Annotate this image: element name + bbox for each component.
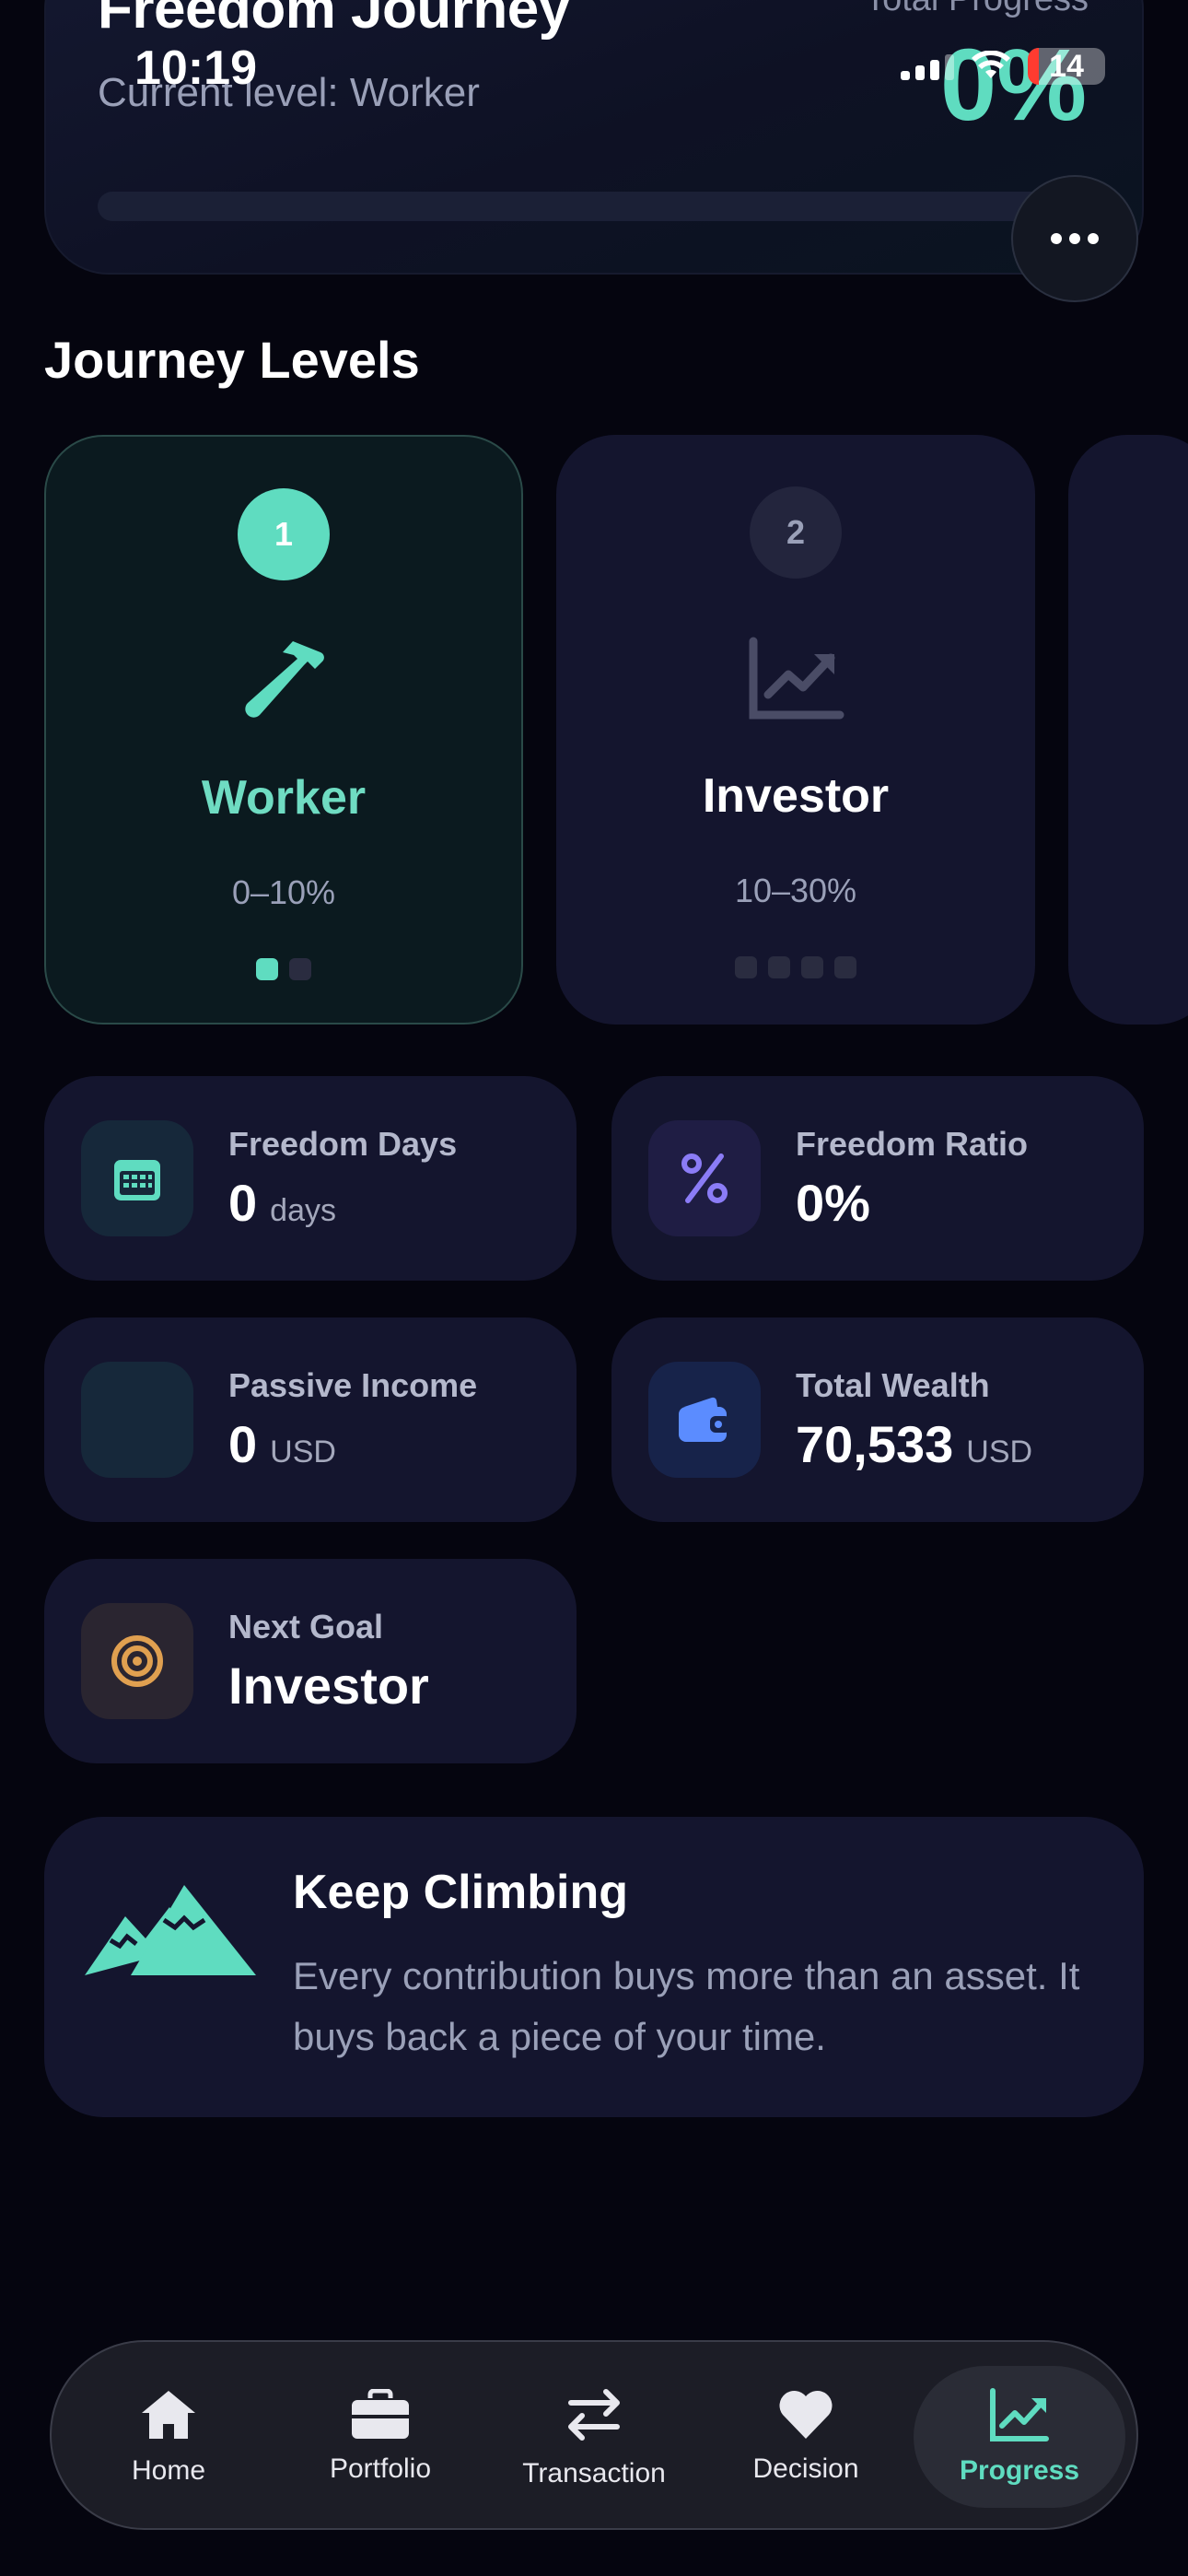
home-icon bbox=[142, 2391, 195, 2439]
tab-home[interactable]: Home bbox=[63, 2366, 274, 2508]
stat-value: 70,533 bbox=[796, 1414, 954, 1473]
stat-value: Investor bbox=[228, 1656, 429, 1715]
stat-unit: USD bbox=[966, 1434, 1033, 1469]
stat-value: 0% bbox=[796, 1173, 870, 1232]
stat-value: 0 bbox=[228, 1414, 258, 1473]
tab-label: Home bbox=[131, 2455, 206, 2486]
battery-icon: 14 bbox=[1028, 48, 1105, 85]
tab-decision[interactable]: Decision bbox=[700, 2366, 912, 2508]
level-range: 0–10% bbox=[231, 873, 336, 911]
heart-icon bbox=[779, 2390, 833, 2439]
wifi-icon bbox=[972, 51, 1010, 78]
motivation-title: Keep Climbing bbox=[293, 1866, 629, 1919]
target-icon bbox=[81, 1603, 193, 1719]
wallet-icon bbox=[648, 1362, 761, 1478]
level-name: Investor bbox=[702, 769, 890, 823]
calendar-icon bbox=[81, 1120, 193, 1236]
tab-transaction[interactable]: Transaction bbox=[488, 2366, 700, 2508]
tab-label: Decision bbox=[752, 2453, 859, 2484]
more-dots-icon bbox=[1051, 233, 1062, 244]
stat-label: Passive Income bbox=[228, 1365, 478, 1404]
stat-card-total-wealth: Total Wealth 70,533 USD bbox=[611, 1317, 1144, 1522]
stat-card-freedom-days: Freedom Days 0 days bbox=[44, 1076, 577, 1281]
chart-line-icon bbox=[749, 637, 844, 720]
tab-label: Portfolio bbox=[329, 2453, 432, 2484]
status-icons: 14 bbox=[901, 48, 1105, 85]
mountains-icon bbox=[85, 1885, 256, 1975]
status-time: 10:19 bbox=[134, 41, 257, 95]
stat-label: Next Goal bbox=[228, 1607, 384, 1645]
stat-label: Freedom Ratio bbox=[796, 1124, 1029, 1163]
level-card-next[interactable] bbox=[1068, 435, 1188, 1025]
tab-progress[interactable]: Progress bbox=[914, 2366, 1125, 2508]
level-card-worker[interactable]: 1 Worker 0–10% bbox=[44, 435, 523, 1025]
level-indicator-dots bbox=[735, 956, 856, 978]
chart-line-icon bbox=[990, 2388, 1049, 2441]
tab-label: Transaction bbox=[522, 2458, 666, 2488]
battery-level: 14 bbox=[1049, 48, 1084, 84]
hammer-icon bbox=[245, 641, 324, 718]
percent-icon bbox=[648, 1120, 761, 1236]
page-title: Freedom Journey bbox=[98, 0, 570, 41]
stat-unit: USD bbox=[270, 1434, 336, 1469]
stat-card-passive-income: Passive Income 0 USD bbox=[44, 1317, 577, 1522]
stat-label: Total Wealth bbox=[796, 1365, 990, 1404]
more-options-button[interactable] bbox=[1011, 175, 1138, 302]
stat-card-next-goal: Next Goal Investor bbox=[44, 1559, 577, 1763]
level-number-badge: 2 bbox=[750, 486, 842, 579]
level-card-investor[interactable]: 2 Investor 10–30% bbox=[556, 435, 1035, 1025]
income-icon bbox=[81, 1362, 193, 1478]
level-number-badge: 1 bbox=[238, 488, 330, 580]
motivation-body: Every contribution buys more than an ass… bbox=[293, 1954, 1080, 2058]
tab-portfolio[interactable]: Portfolio bbox=[274, 2366, 486, 2508]
stat-value: 0 bbox=[228, 1173, 258, 1232]
journey-levels-title: Journey Levels bbox=[44, 331, 420, 389]
total-progress-bar bbox=[98, 192, 1055, 221]
tab-label: Progress bbox=[959, 2455, 1080, 2486]
briefcase-icon bbox=[352, 2389, 409, 2439]
stat-unit: days bbox=[270, 1192, 336, 1228]
level-name: Worker bbox=[201, 771, 367, 825]
level-indicator-dots bbox=[256, 958, 311, 980]
transfer-icon bbox=[568, 2389, 620, 2441]
total-progress-label: Total Progress bbox=[865, 0, 1089, 19]
level-range: 10–30% bbox=[734, 872, 857, 909]
stat-card-freedom-ratio: Freedom Ratio 0% bbox=[611, 1076, 1144, 1281]
stat-label: Freedom Days bbox=[228, 1124, 458, 1163]
cellular-signal-icon bbox=[901, 53, 954, 80]
